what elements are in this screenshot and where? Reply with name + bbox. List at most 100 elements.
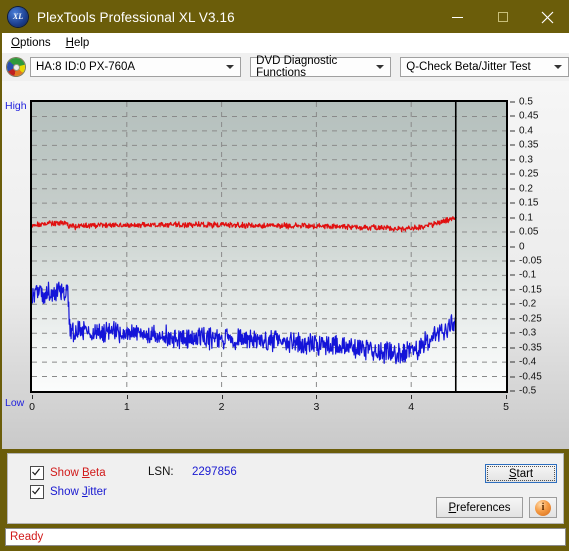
minimize-icon[interactable] <box>435 1 480 33</box>
selector-toolbar: HA:8 ID:0 PX-760A DVD Diagnostic Functio… <box>2 53 569 81</box>
y-tick-mark <box>510 390 515 392</box>
x-tick-mark <box>316 395 318 399</box>
function-select[interactable]: DVD Diagnostic Functions <box>250 55 392 79</box>
series-jitter <box>32 281 457 365</box>
start-button-label: Start <box>508 467 534 480</box>
y-tick-label: 0.05 <box>519 226 539 238</box>
axis-label-low: Low <box>5 397 25 409</box>
maximize-icon[interactable] <box>480 1 525 33</box>
y-tick-mark <box>510 115 515 117</box>
preferences-button[interactable]: Preferences <box>436 497 523 518</box>
application-window: XL PlexTools Professional XL V3.16 Optio… <box>0 0 569 551</box>
y-tick-label: -0.45 <box>519 371 542 383</box>
xl-logo-text: XL <box>12 12 24 21</box>
status-text: Ready <box>10 531 44 543</box>
y-tick-label: -0.15 <box>519 284 542 296</box>
preferences-button-label: Preferences <box>448 501 511 514</box>
info-button[interactable]: i <box>529 497 557 518</box>
y-tick-label: -0.3 <box>519 327 537 339</box>
show-jitter-checkbox-row[interactable]: Show Jitter <box>30 485 107 499</box>
y-tick-mark <box>510 159 515 161</box>
y-tick-mark <box>510 318 515 320</box>
y-tick-label: 0.4 <box>519 125 533 137</box>
y-tick-label: 0.45 <box>519 110 539 122</box>
test-select[interactable]: Q-Check Beta/Jitter Test <box>400 57 569 77</box>
chevron-down-icon <box>226 65 235 69</box>
y-tick-label: 0.5 <box>519 96 533 108</box>
menu-item-options-label: ptions <box>19 37 51 49</box>
plot-area[interactable] <box>30 100 508 393</box>
y-tick-label: -0.5 <box>519 385 537 397</box>
title-bar: XL PlexTools Professional XL V3.16 <box>1 1 569 33</box>
y-axis-labels: 0.5 0.45 0.4 0.35 0.3 0.25 0.2 0.15 0.1 0.05 0 -0.0… <box>510 96 568 397</box>
y-tick-label: 0.35 <box>519 139 539 151</box>
y-tick-mark <box>510 144 515 146</box>
drive-select-value: HA:8 ID:0 PX-760A <box>36 61 136 73</box>
y-tick-label: -0.1 <box>519 269 537 281</box>
y-tick-label: -0.4 <box>519 356 537 368</box>
y-tick-mark <box>510 231 515 233</box>
disc-icon <box>7 58 25 76</box>
xl-logo-icon: XL <box>8 7 28 27</box>
y-tick-mark <box>510 303 515 305</box>
y-tick-mark <box>510 347 515 349</box>
x-tick-label: 4 <box>408 401 415 413</box>
show-jitter-checkbox[interactable] <box>30 485 44 499</box>
lsn-label: LSN: <box>148 466 174 478</box>
x-axis-labels: 0 1 2 3 4 5 <box>29 395 509 415</box>
menu-bar: Options Help <box>2 33 569 53</box>
status-bar: Ready <box>5 528 566 546</box>
y-tick-label: 0.3 <box>519 154 533 166</box>
x-tick-mark <box>221 395 223 399</box>
y-tick-mark <box>510 332 515 334</box>
lsn-value: 2297856 <box>192 466 237 478</box>
x-tick-mark <box>411 395 413 399</box>
chart-panel: High Low 0.5 0.45 0.4 0.35 0.3 0.25 0.2 0.15 0.1… <box>2 81 569 449</box>
y-tick-mark <box>510 376 515 378</box>
grid-lines <box>32 102 506 391</box>
show-jitter-label: Show Jitter <box>50 486 107 498</box>
show-beta-checkbox[interactable] <box>30 466 44 480</box>
window-controls <box>435 1 569 33</box>
y-tick-label: 0.1 <box>519 212 533 224</box>
info-icon: i <box>535 499 551 516</box>
x-tick-mark <box>126 395 128 399</box>
y-tick-label: 0 <box>519 241 525 252</box>
x-tick-label: 0 <box>29 401 35 413</box>
y-tick-mark <box>510 260 515 262</box>
menu-item-help-label: elp <box>73 37 90 49</box>
x-tick-label: 5 <box>503 401 509 413</box>
y-tick-mark <box>510 289 515 291</box>
y-tick-label: -0.05 <box>519 255 542 267</box>
y-tick-mark <box>510 101 515 103</box>
y-tick-label: -0.35 <box>519 342 542 354</box>
x-tick-mark <box>506 395 507 399</box>
y-tick-mark <box>510 188 515 190</box>
test-select-value: Q-Check Beta/Jitter Test <box>406 61 531 73</box>
y-tick-label: 0.25 <box>519 168 539 180</box>
chevron-down-icon <box>554 65 562 69</box>
x-tick-mark <box>32 395 33 399</box>
plot-svg <box>32 102 506 391</box>
y-tick-mark <box>510 217 515 219</box>
menu-item-options[interactable]: Options <box>5 35 57 51</box>
start-button[interactable]: Start <box>485 464 557 483</box>
menu-item-help[interactable]: Help <box>60 35 96 51</box>
x-tick-label: 3 <box>313 401 320 413</box>
y-tick-label: -0.25 <box>519 313 542 325</box>
chevron-down-icon <box>376 65 385 69</box>
x-tick-label: 2 <box>218 401 225 413</box>
y-tick-label: -0.2 <box>519 298 537 310</box>
y-tick-label: 0.15 <box>519 197 539 209</box>
y-tick-mark <box>510 130 515 132</box>
drive-select[interactable]: HA:8 ID:0 PX-760A <box>30 57 242 77</box>
show-beta-checkbox-row[interactable]: Show Beta <box>30 466 106 480</box>
axis-label-high: High <box>5 100 27 112</box>
y-tick-mark <box>510 202 515 204</box>
bottom-control-panel: Show Beta Show Jitter LSN: 2297856 Start… <box>7 453 564 524</box>
x-tick-label: 1 <box>123 401 130 413</box>
y-tick-mark <box>510 246 515 247</box>
y-tick-label: 0.2 <box>519 183 533 195</box>
close-icon[interactable] <box>525 1 569 33</box>
window-title: PlexTools Professional XL V3.16 <box>37 9 235 25</box>
